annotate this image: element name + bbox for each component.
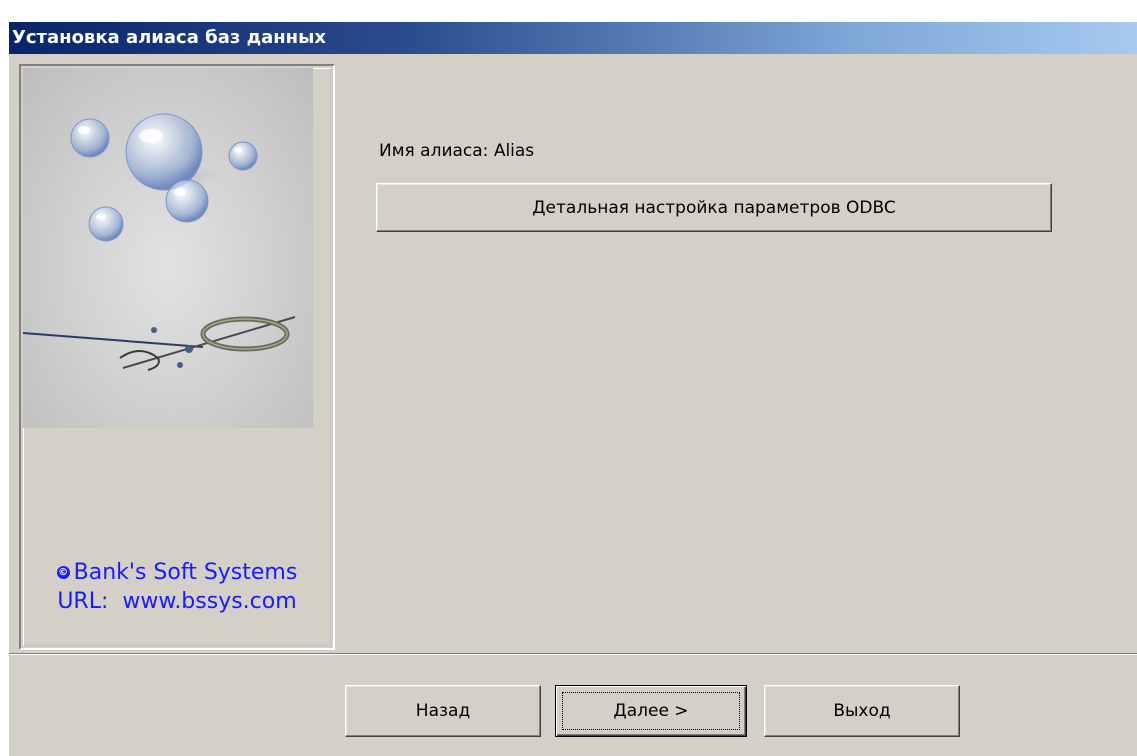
decorative-image bbox=[23, 68, 313, 428]
title-bar[interactable]: Установка алиаса баз данных bbox=[9, 22, 1137, 54]
copyright-icon: © bbox=[56, 566, 70, 579]
copyright-text: © Bank's Soft Systems URL: www.bssys.com bbox=[21, 558, 333, 616]
wizard-window: Установка алиаса баз данных © Bank's Sof… bbox=[0, 0, 1137, 756]
exit-button[interactable]: Выход bbox=[764, 685, 960, 737]
next-button-label: Далее > bbox=[613, 701, 689, 721]
alias-name-label: Имя алиаса: Alias bbox=[379, 141, 535, 161]
back-button[interactable]: Назад bbox=[345, 685, 541, 737]
odbc-settings-button[interactable]: Детальная настройка параметров ODBC bbox=[376, 183, 1052, 232]
side-image-panel: © Bank's Soft Systems URL: www.bssys.com bbox=[19, 64, 335, 650]
focus-rectangle: Далее > bbox=[562, 692, 740, 730]
copyright-line-1: © Bank's Soft Systems bbox=[21, 558, 333, 587]
company-name: Bank's Soft Systems bbox=[73, 560, 298, 585]
wizard-body: © Bank's Soft Systems URL: www.bssys.com … bbox=[9, 54, 1137, 756]
company-url: URL: www.bssys.com bbox=[57, 589, 297, 614]
window-title: Установка алиаса баз данных bbox=[12, 27, 327, 48]
next-button[interactable]: Далее > bbox=[555, 685, 747, 737]
footer-separator bbox=[9, 653, 1137, 655]
